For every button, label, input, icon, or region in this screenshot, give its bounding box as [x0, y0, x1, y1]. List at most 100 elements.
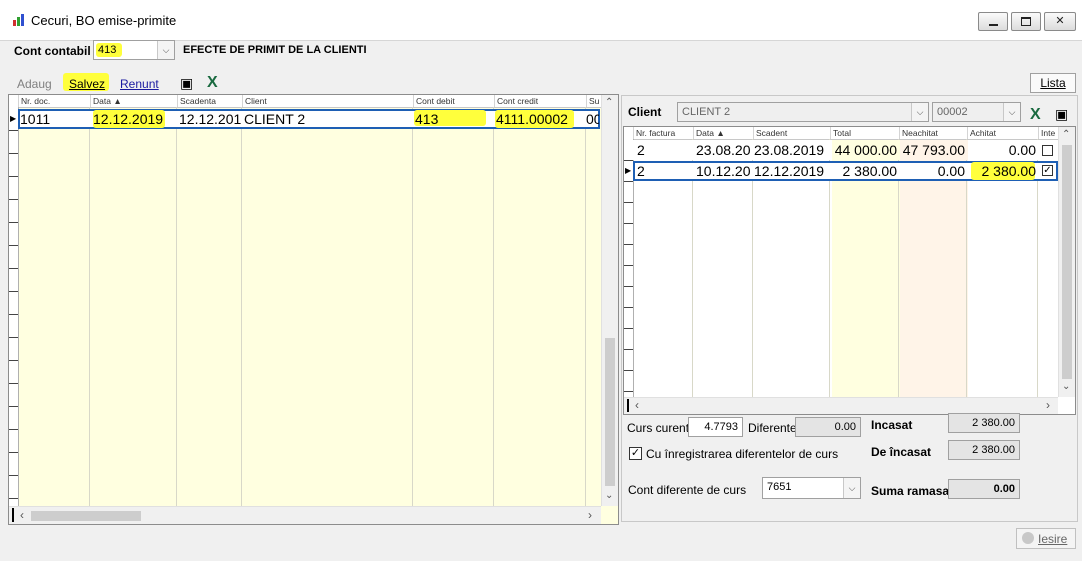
chevron-down-icon[interactable]: ⌵ — [1003, 103, 1020, 121]
client-combo[interactable]: CLIENT 2 ⌵ — [677, 102, 929, 122]
cell-nr-doc[interactable]: 1011 — [20, 109, 88, 129]
chevron-down-icon[interactable]: ⌵ — [157, 41, 174, 59]
incasat-label: Incasat — [871, 418, 913, 432]
cell-data[interactable]: 23.08.20 — [696, 140, 752, 160]
lista-button[interactable]: Lista — [1030, 73, 1076, 93]
integral-checkbox[interactable]: ✓ — [1042, 165, 1053, 176]
cont-contabil-value: 413 — [98, 44, 117, 56]
scroll-right-icon[interactable]: › — [588, 508, 592, 522]
cell-suma[interactable]: 00 — [586, 109, 599, 129]
hscroll-thumb[interactable] — [31, 511, 141, 521]
de-incasat-field: 2 380.00 — [948, 440, 1020, 460]
col-achitat[interactable]: Achitat — [967, 127, 1041, 139]
suma-ramasa-field: 0.00 — [948, 479, 1020, 499]
chevron-down-icon[interactable]: ⌵ — [911, 103, 928, 121]
cu-inregistrarea-label: Cu înregistrarea diferentelor de curs — [646, 447, 839, 461]
client-code-combo[interactable]: 00002 ⌵ — [932, 102, 1021, 122]
cell-nr-factura[interactable]: 2 — [637, 161, 691, 181]
cell-client[interactable]: CLIENT 2 — [244, 109, 411, 129]
cell-achitat[interactable]: 2 380.00 — [966, 161, 1037, 181]
sort-asc-icon: ▲ — [113, 96, 122, 106]
cell-neachitat[interactable]: 47 793.00 — [898, 140, 965, 160]
cell-scadenta[interactable]: 12.12.201 — [179, 109, 241, 129]
documents-hscrollbar[interactable]: ‹ › — [9, 506, 601, 524]
exit-icon — [1022, 532, 1034, 544]
scroll-thumb[interactable] — [605, 338, 615, 486]
salvez-button[interactable]: Salvez — [69, 77, 105, 91]
invoices-vscrollbar[interactable]: ⌃ ⌄ — [1058, 127, 1075, 397]
maximize-icon — [1021, 17, 1031, 26]
row-indicator-column — [9, 107, 19, 507]
cell-achitat[interactable]: 0.00 — [966, 140, 1036, 160]
minimize-button[interactable] — [978, 12, 1008, 31]
scroll-up-icon[interactable]: ⌃ — [605, 97, 613, 108]
de-incasat-label: De încasat — [871, 445, 932, 459]
cont-diferente-label: Cont diferente de curs — [628, 483, 747, 497]
cont-description: EFECTE DE PRIMIT DE LA CLIENTI — [183, 44, 367, 56]
scroll-down-icon[interactable]: ⌄ — [605, 490, 613, 501]
chevron-down-icon[interactable]: ⌵ — [843, 478, 860, 498]
curs-curent-label: Curs curent — [627, 421, 690, 435]
cont-contabil-label: Cont contabil — [14, 44, 91, 58]
binoculars-icon[interactable]: ▣ — [180, 75, 193, 92]
scroll-down-icon[interactable]: ⌄ — [1062, 381, 1070, 392]
invoices-hscrollbar[interactable]: ‹ › — [624, 397, 1058, 414]
col-cont-debit[interactable]: Cont debit — [413, 95, 496, 107]
iesire-button[interactable]: Iesire — [1016, 528, 1076, 549]
scroll-up-icon[interactable]: ⌃ — [1062, 129, 1070, 140]
col-cont-credit[interactable]: Cont credit — [494, 95, 589, 107]
client-label: Client — [628, 105, 662, 119]
current-row-icon: ▶ — [10, 114, 17, 123]
close-icon: ✕ — [1055, 15, 1065, 27]
documents-grid[interactable]: Nr. doc. Data ▲ Scadenta Client Cont deb… — [8, 94, 619, 525]
close-button[interactable]: ✕ — [1044, 12, 1076, 31]
col-client[interactable]: Client — [242, 95, 416, 107]
current-row-icon: ▶ — [625, 166, 632, 175]
cu-inregistrarea-checkbox[interactable]: ✓ — [629, 447, 642, 460]
cell-cont-credit[interactable]: 4111.00002 — [496, 109, 584, 129]
excel-export-icon[interactable]: X — [207, 74, 218, 92]
col-nr-factura[interactable]: Nr. factura — [633, 127, 695, 139]
suma-ramasa-label: Suma ramasa — [871, 484, 950, 498]
scroll-left-icon[interactable]: ‹ — [635, 398, 639, 412]
cell-total[interactable]: 44 000.00 — [830, 140, 897, 160]
client-code-value: 00002 — [937, 106, 968, 118]
maximize-button[interactable] — [1011, 12, 1041, 31]
scroll-thumb[interactable] — [1062, 145, 1072, 379]
scroll-left-icon[interactable]: ‹ — [20, 508, 24, 522]
cell-scadent[interactable]: 23.08.2019 — [754, 140, 829, 160]
col-scadenta[interactable]: Scadenta — [177, 95, 244, 107]
binoculars-icon[interactable]: ▣ — [1055, 106, 1068, 123]
cell-data[interactable]: 10.12.20 — [696, 161, 752, 181]
incasat-field: 2 380.00 — [948, 413, 1020, 433]
cont-contabil-combo[interactable]: 413 ⌵ — [93, 40, 175, 60]
cell-neachitat[interactable]: 0.00 — [898, 161, 965, 181]
col-neachitat[interactable]: Neachitat — [899, 127, 970, 139]
excel-export-icon[interactable]: X — [1030, 106, 1041, 124]
integral-checkbox[interactable] — [1042, 145, 1053, 156]
col-nr-doc[interactable]: Nr. doc. — [18, 95, 92, 107]
documents-vscrollbar[interactable]: ⌃ ⌄ — [601, 95, 618, 506]
cell-data[interactable]: 12.12.2019 — [93, 109, 175, 129]
adaug-button[interactable]: Adaug — [17, 77, 52, 91]
cell-total[interactable]: 2 380.00 — [830, 161, 898, 181]
col-total[interactable]: Total — [830, 127, 902, 139]
scroll-right-icon[interactable]: › — [1046, 398, 1050, 412]
invoices-grid[interactable]: Nr. factura Data ▲ Scadent Total Neachit… — [623, 126, 1076, 415]
minimize-icon — [988, 23, 998, 26]
documents-grid-header: Nr. doc. Data ▲ Scadenta Client Cont deb… — [9, 95, 618, 108]
cell-scadent[interactable]: 12.12.2019 — [754, 161, 829, 181]
col-data[interactable]: Data ▲ — [90, 95, 180, 107]
diferente-label: Diferente — [748, 421, 797, 435]
col-scadent[interactable]: Scadent — [753, 127, 833, 139]
curs-curent-field[interactable]: 4.7793 — [688, 417, 743, 437]
renunt-button[interactable]: Renunt — [120, 77, 159, 91]
cont-diferente-value: 7651 — [767, 481, 792, 493]
window-title: Cecuri, BO emise-primite — [31, 13, 177, 28]
title-bar: Cecuri, BO emise-primite ✕ — [0, 0, 1082, 41]
cell-nr-factura[interactable]: 2 — [637, 140, 691, 160]
cell-cont-debit[interactable]: 413 — [415, 109, 492, 129]
client-value: CLIENT 2 — [682, 106, 731, 118]
cont-diferente-combo[interactable]: 7651 ⌵ — [762, 477, 861, 499]
col-data[interactable]: Data ▲ — [693, 127, 755, 139]
